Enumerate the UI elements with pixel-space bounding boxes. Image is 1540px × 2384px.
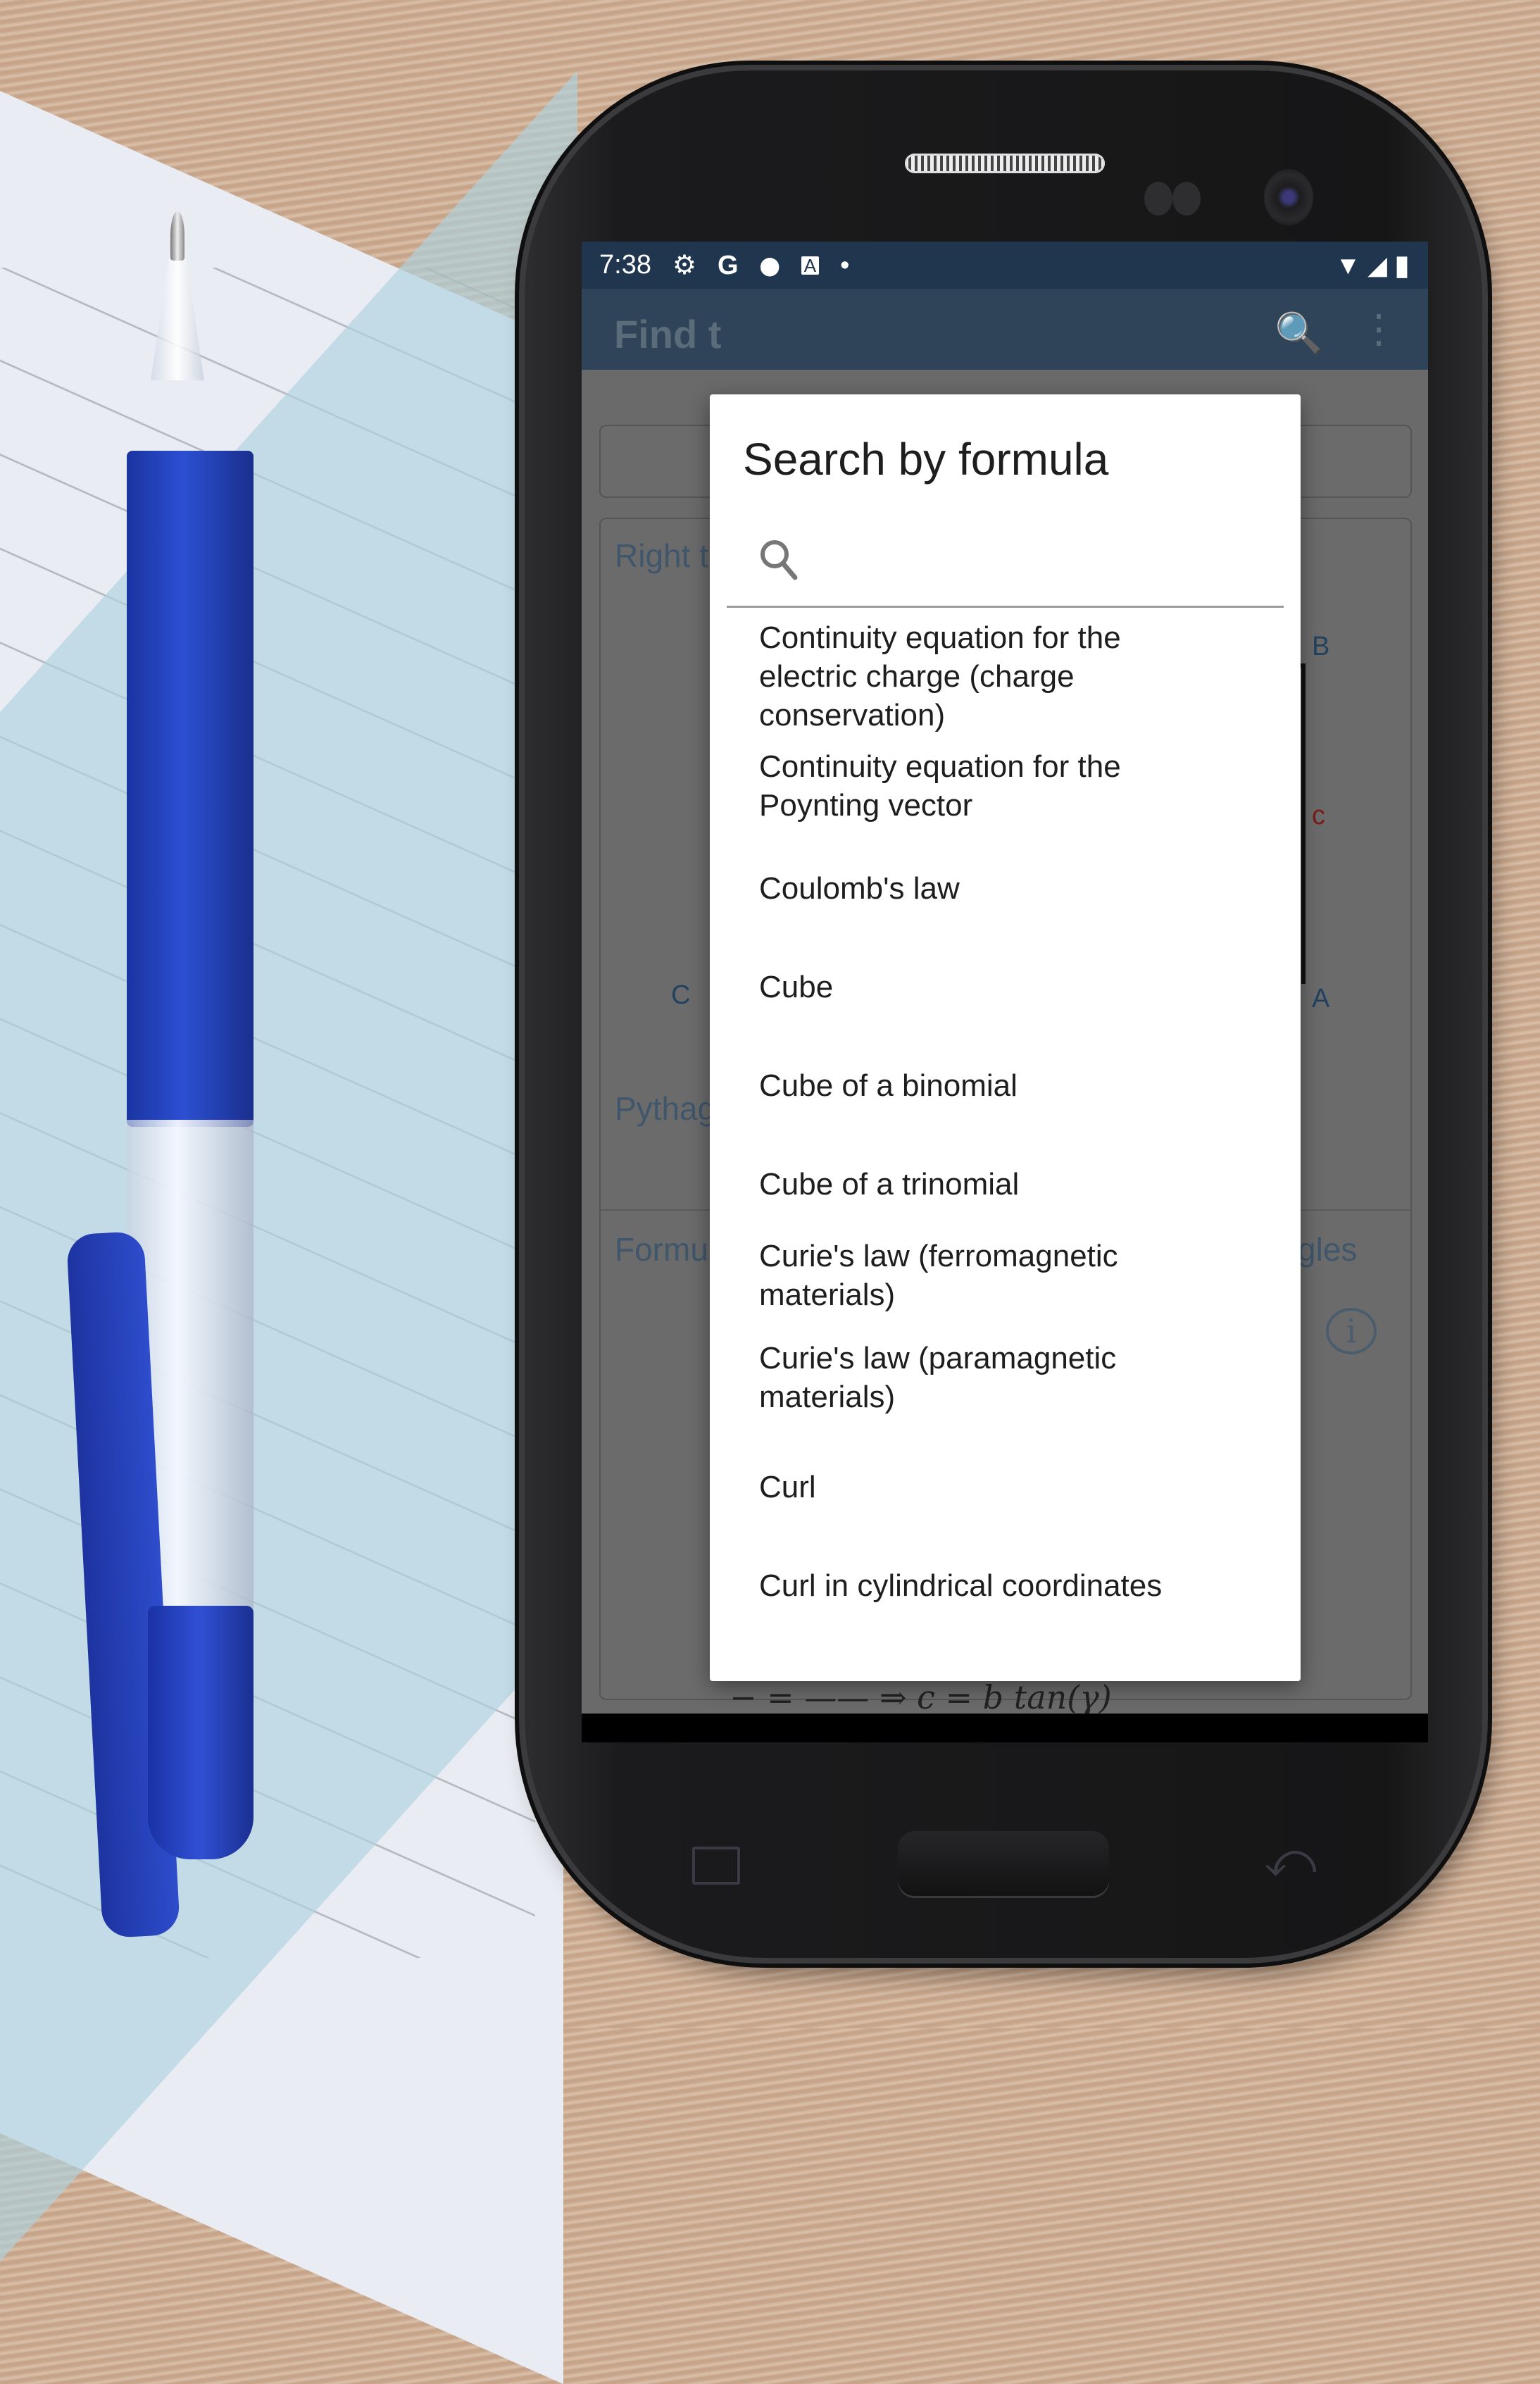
phone-screen: 7:38 ⚙ G ⬤ A • ▼ ◢ ▮ Find t 🔍 ⋮ Right t … [582,242,1428,1742]
navigation-bar [582,1714,1428,1742]
pen-end [148,1606,253,1859]
list-item-label: Continuity equation for the [759,620,1121,655]
front-camera [1264,169,1313,225]
list-item-label: Curie's law (ferromagnetic [759,1239,1118,1273]
proximity-sensor [1144,182,1172,216]
card-heading: Right t [615,537,708,574]
hardware-menu-key[interactable] [692,1847,740,1885]
list-item-label: Curl in cylindrical coordinates [759,1568,1163,1603]
light-sensor [1172,182,1201,216]
earpiece-speaker [905,154,1105,173]
list-item[interactable]: Coulomb's law [710,839,1301,937]
list-item-label: Coulomb's law [759,870,960,906]
status-bar: 7:38 ⚙ G ⬤ A • ▼ ◢ ▮ [582,242,1428,289]
vertex-c-label: C [671,980,691,1010]
search-icon [760,540,798,580]
formulas-label-left: Formu [615,1231,708,1268]
list-item-label: Cube of a trinomial [759,1166,1020,1202]
phone-device: 7:38 ⚙ G ⬤ A • ▼ ◢ ▮ Find t 🔍 ⋮ Right t … [525,70,1482,1958]
triangle-side [1301,667,1306,984]
list-item-label: materials) [759,1278,896,1312]
list-item[interactable]: Curie's law (paramagnetic materials) [710,1335,1301,1437]
list-item[interactable]: Cube of a binomial [710,1036,1301,1135]
formula-list: Continuity equation for the electric cha… [710,618,1301,1635]
pen-tip [170,211,184,261]
pen-cone [151,254,204,380]
hardware-back-key[interactable]: ⤺ [1264,1831,1317,1889]
list-item-label: Cube of a binomial [759,1068,1018,1103]
list-item[interactable]: Curl [710,1437,1301,1536]
list-item-label: materials) [759,1380,896,1414]
list-item[interactable]: Curl in cylindrical coordinates [710,1536,1301,1635]
list-item[interactable]: Curie's law (ferromagnetic materials) [710,1233,1301,1335]
location-pin-icon: ⬤ [759,254,780,276]
vertex-a-label: A [1312,984,1330,1013]
pythagoras-label: Pythag [615,1090,716,1127]
dot-icon: • [840,250,850,280]
search-icon[interactable]: 🔍 [1275,310,1324,356]
overflow-menu-icon[interactable]: ⋮ [1359,306,1398,352]
list-item-label: Continuity equation for the [759,749,1121,784]
list-item-label: electric charge (charge [759,659,1075,694]
formula-search-input[interactable] [811,535,1265,593]
list-item[interactable]: Cube [710,937,1301,1036]
list-item-label: Cube [759,969,834,1004]
gear-icon: ⚙ [672,250,697,280]
signal-icon: ◢ [1367,250,1387,280]
info-icon[interactable]: i [1326,1308,1377,1354]
wifi-icon: ▼ [1335,250,1361,280]
list-item-label: Curl [759,1469,816,1504]
keyboard-a-icon: A [801,256,820,275]
formula-preview: − = —— ⇒ c = b tan(γ) [730,1678,1112,1716]
battery-icon: ▮ [1394,249,1410,281]
hardware-home-button[interactable] [898,1831,1109,1896]
dialog-search-row [727,521,1284,608]
list-item-label: conservation) [759,698,946,732]
ballpoint-pen [65,211,253,1939]
status-time: 7:38 [599,250,651,280]
list-item[interactable]: Cube of a trinomial [710,1135,1301,1233]
list-item[interactable]: Continuity equation for the electric cha… [710,618,1301,747]
pen-grip [127,451,253,1127]
dialog-title: Search by formula [743,434,1109,485]
list-item[interactable]: Continuity equation for the Poynting vec… [710,747,1301,839]
google-g-icon: G [718,250,739,280]
status-right-icons: ▼ ◢ ▮ [1336,249,1410,282]
search-by-formula-dialog: Search by formula Continuity equation fo… [710,394,1301,1681]
list-item-label: Poynting vector [759,788,973,823]
formulas-label-right: gles [1298,1231,1358,1268]
vertex-b-label: B [1312,632,1330,661]
side-c-label: c [1312,801,1325,830]
list-item-label: Curie's law (paramagnetic [759,1341,1117,1375]
app-bar: Find t 🔍 ⋮ [582,289,1428,370]
app-title: Find t [614,312,722,356]
